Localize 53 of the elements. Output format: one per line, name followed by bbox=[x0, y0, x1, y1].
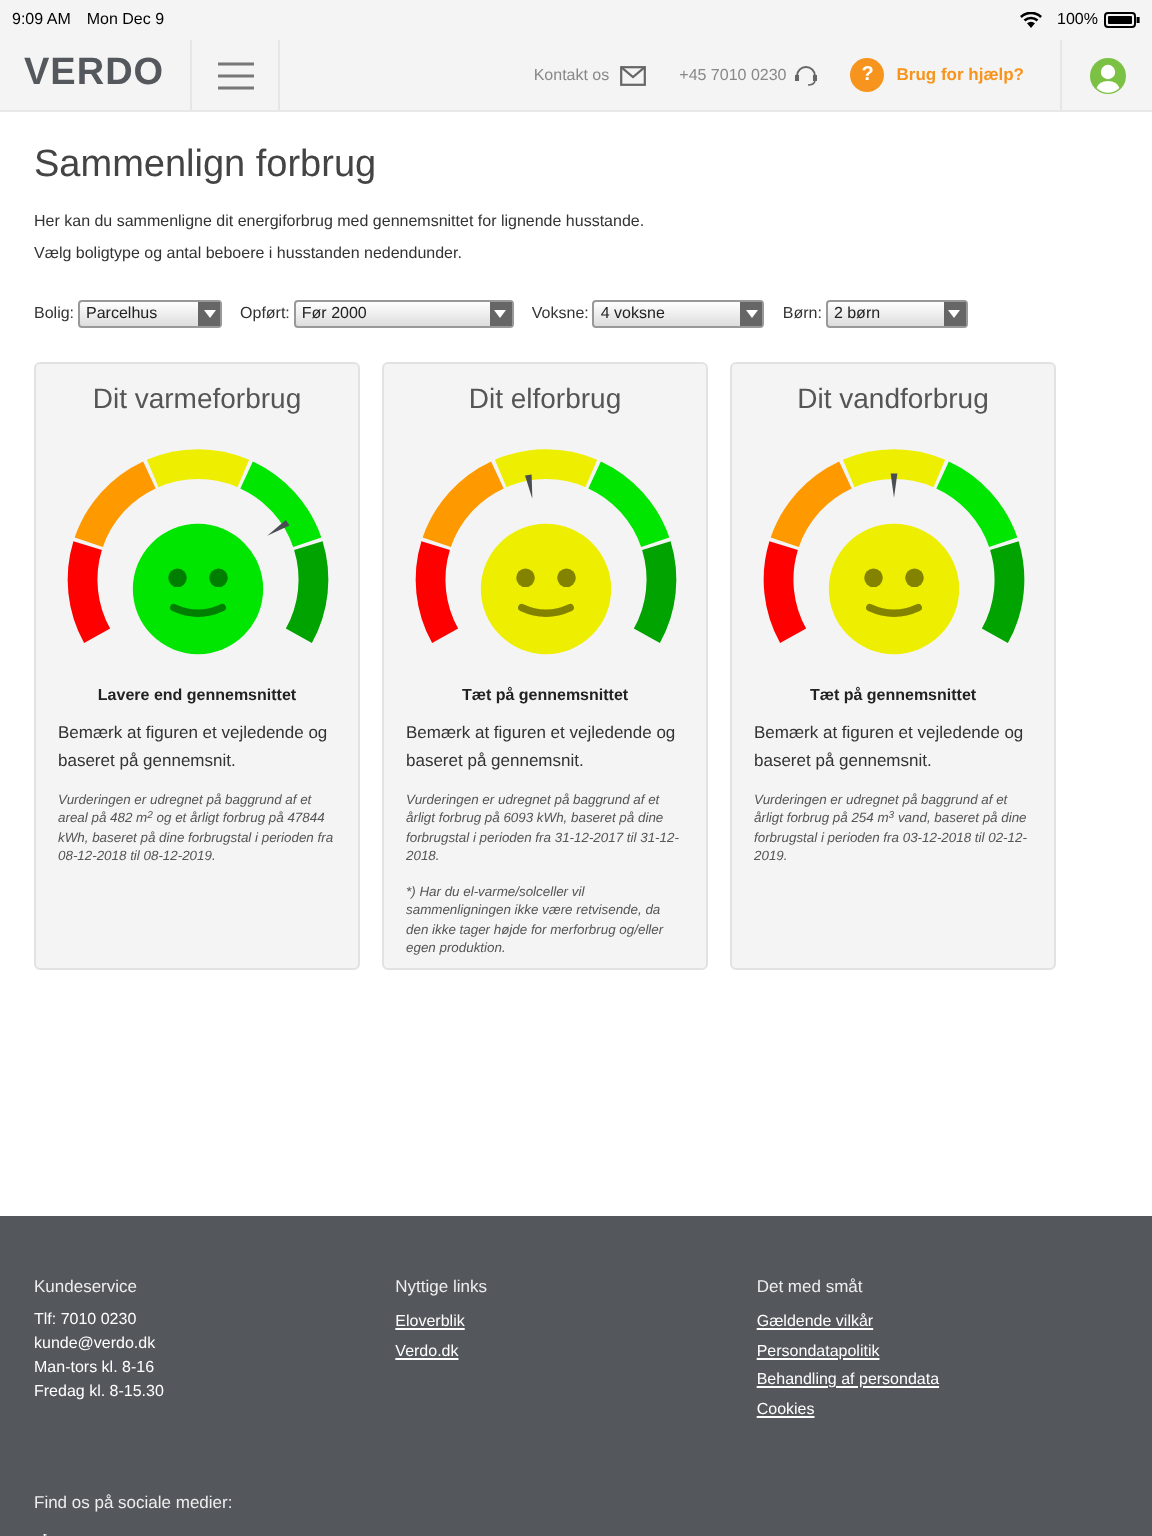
help-badge: ? bbox=[850, 58, 885, 92]
smile-features bbox=[515, 568, 575, 617]
verdo-logo[interactable]: VERDO bbox=[24, 46, 165, 104]
caret-icon bbox=[948, 309, 961, 317]
battery-percentage: 100% bbox=[1057, 8, 1098, 32]
footer-heading: Kundeservice bbox=[34, 1274, 140, 1298]
footer-text: Tlf: 7010 0230 bbox=[34, 1308, 139, 1332]
note-text: Bemærk at figuren et vejledende og baseret på gennemsnit. bbox=[754, 720, 1026, 774]
footer-link[interactable]: Verdo.dk bbox=[395, 1337, 757, 1366]
card-title: Dit vandforbrug bbox=[797, 380, 989, 416]
footer-heading: Nyttige links bbox=[395, 1274, 489, 1298]
card-title: Dit elforbrug bbox=[468, 380, 622, 416]
menu-icon bbox=[217, 61, 253, 89]
footer-link[interactable]: Cookies bbox=[756, 1395, 1119, 1424]
footer-link[interactable]: Eloverblik bbox=[395, 1308, 757, 1337]
footer-link[interactable]: Persondatapolitik bbox=[756, 1337, 1119, 1366]
headset-icon bbox=[794, 64, 819, 86]
note-text: Bemærk at figuren et vejledende og baseret på gennemsnit. bbox=[406, 720, 678, 774]
smile-features bbox=[167, 568, 227, 617]
filter-label: Opført: bbox=[240, 301, 290, 325]
verdict-text: Tæt på gennemsnittet bbox=[459, 684, 631, 706]
note-text: Bemærk at figuren et vejledende og baseret på gennemsnit. bbox=[58, 720, 330, 774]
verdict-text: Lavere end gennemsnittet bbox=[95, 684, 299, 706]
footer-link[interactable]: Gældende vilkår bbox=[756, 1308, 1119, 1337]
filter-dropdown[interactable]: 2 børn bbox=[825, 299, 968, 327]
intro-text: Vælg boligtype og antal beboere i husstanden nedendunder. bbox=[34, 242, 464, 264]
caret-icon bbox=[745, 309, 758, 317]
filter-label: Voksne: bbox=[531, 301, 589, 325]
footer-link[interactable]: Behandling af persondata bbox=[756, 1366, 1119, 1395]
footer-text: kunde@verdo.dk bbox=[34, 1332, 158, 1356]
filter-label: Bolig: bbox=[34, 301, 75, 325]
footer-text: Fredag kl. 8-15.30 bbox=[34, 1380, 166, 1404]
status-time: 9:09 AM bbox=[12, 8, 71, 32]
verdict-text: Tæt på gennemsnittet bbox=[807, 684, 979, 706]
wifi-icon bbox=[1019, 12, 1042, 28]
user-icon bbox=[1089, 57, 1125, 93]
filter-label: Børn: bbox=[782, 301, 822, 325]
social-heading: Find os på sociale medier: bbox=[34, 1490, 235, 1516]
filter-dropdown[interactable]: Parcelhus bbox=[78, 299, 223, 327]
card-title: Dit varmeforbrug bbox=[92, 380, 302, 416]
status-date: Mon Dec 9 bbox=[86, 8, 165, 32]
caret-icon bbox=[203, 309, 216, 317]
envelope-icon bbox=[619, 65, 646, 85]
help-text: Brug for hjælp? bbox=[896, 62, 1024, 88]
intro-text: Her kan du sammenligne dit energiforbrug med gennemsnittet for lignende husstande. bbox=[34, 210, 647, 232]
footer-text: Man-tors kl. 8-16 bbox=[34, 1356, 157, 1380]
battery-icon bbox=[1104, 12, 1140, 28]
smile-features bbox=[863, 568, 923, 617]
page-title: Sammenlign forbrug bbox=[34, 142, 379, 190]
caret-icon bbox=[494, 309, 507, 317]
footer-heading: Det med småt bbox=[756, 1274, 865, 1298]
filter-dropdown[interactable]: Før 2000 bbox=[293, 299, 514, 327]
filter-dropdown[interactable]: 4 voksne bbox=[592, 299, 765, 327]
